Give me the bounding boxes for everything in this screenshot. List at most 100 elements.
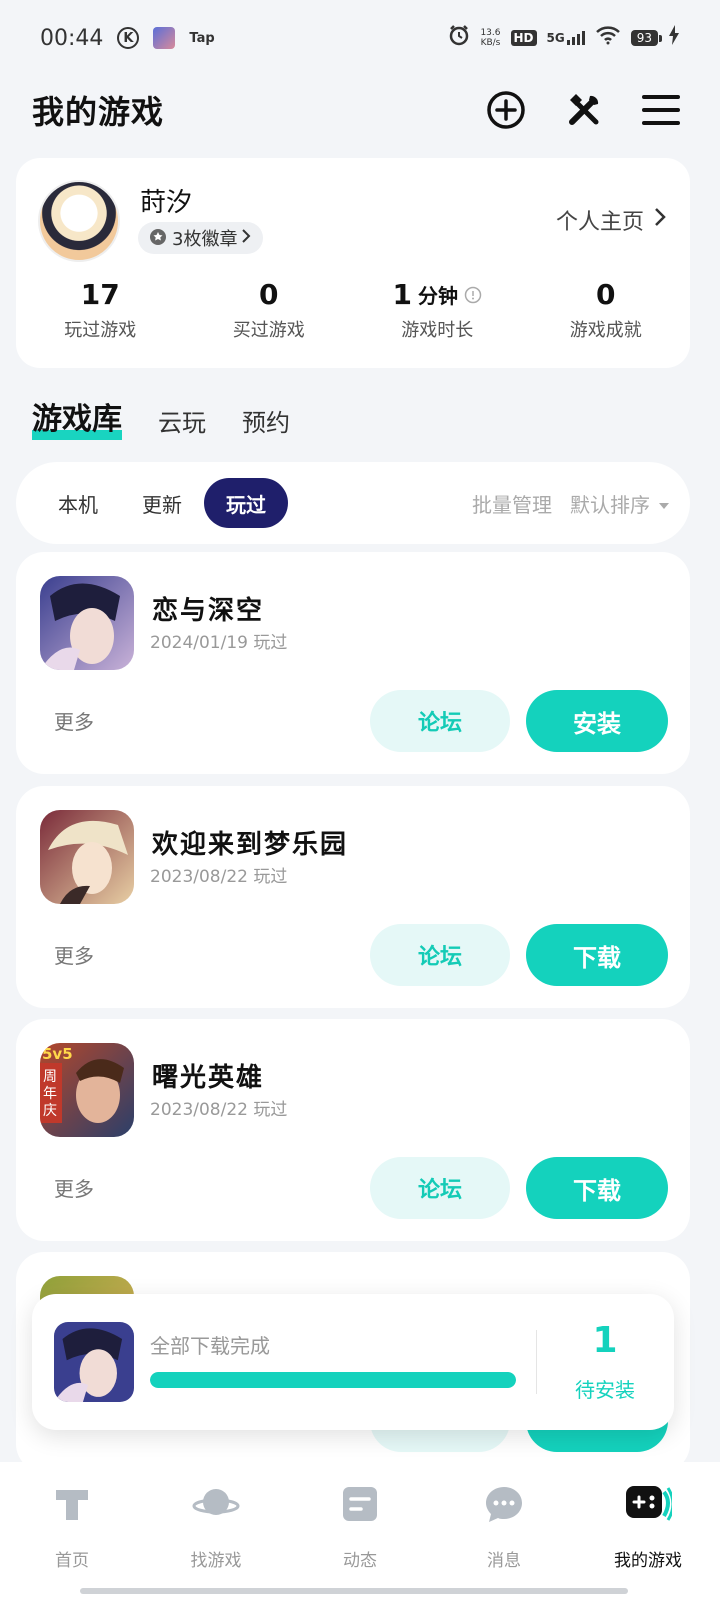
tap-home-icon (48, 1480, 96, 1528)
stat-value: 1 (392, 277, 412, 311)
game-name: 欢迎来到梦乐园 (152, 830, 349, 860)
divider (536, 1330, 537, 1394)
pending-install-label[interactable]: 待安装 (552, 1374, 658, 1403)
top-header: 我的游戏 (32, 80, 680, 140)
game-notification-icon (153, 27, 176, 49)
badge-count: 3枚徽章 (172, 229, 238, 250)
avatar[interactable] (38, 180, 120, 262)
stat-bought-games[interactable]: 0 买过游戏 (185, 276, 354, 342)
tab-reservations[interactable]: 预约 (242, 403, 290, 442)
game-last-played: 2023/08/22 玩过 (150, 867, 288, 887)
chat-bubble-icon (480, 1480, 528, 1528)
stat-value: 0 (259, 277, 279, 311)
pending-install-count[interactable]: 1 (552, 1320, 658, 1361)
download-button[interactable]: 下载 (526, 1157, 668, 1219)
signal-icon: 5G (547, 31, 585, 45)
nav-label: 首页 (55, 1551, 89, 1571)
chevron-right-icon (241, 228, 251, 249)
download-progress-fill (150, 1372, 516, 1388)
nav-label: 我的游戏 (614, 1551, 682, 1571)
game-name: 曙光英雄 (152, 1063, 265, 1093)
caret-down-icon (658, 491, 670, 515)
stat-label: 买过游戏 (232, 320, 305, 341)
install-button[interactable]: 安装 (526, 690, 668, 752)
badge-button[interactable]: 3枚徽章 (138, 222, 264, 254)
tap-notification-icon: Tap (189, 30, 215, 46)
nav-label: 找游戏 (190, 1551, 242, 1571)
game-card[interactable]: 恋与深空 2024/01/19 玩过 更多 论坛 安装 (16, 552, 690, 774)
homepage-label: 个人主页 (555, 210, 644, 235)
game-icon-tag-side: 周年庆 (43, 1069, 57, 1119)
forum-button[interactable]: 论坛 (370, 690, 510, 752)
medal-icon (148, 226, 168, 251)
more-button[interactable]: 更多 (54, 940, 94, 969)
chevron-right-icon (654, 207, 666, 233)
bottom-nav: 首页 找游戏 动态 消息 我的游戏 (0, 1462, 720, 1600)
filter-bar: 本机 更新 玩过 批量管理 默认排序 (16, 462, 690, 544)
homepage-link[interactable]: 个人主页 (556, 204, 666, 236)
game-icon[interactable] (40, 810, 134, 904)
nav-find-games[interactable]: 找游戏 (144, 1462, 288, 1600)
more-button[interactable]: 更多 (54, 706, 94, 735)
sort-label: 默认排序 (570, 492, 650, 517)
game-icon-tag-top: 5v5 (42, 1045, 73, 1063)
more-button[interactable]: 更多 (54, 1173, 94, 1202)
page-title: 我的游戏 (32, 93, 165, 131)
nav-label: 动态 (343, 1551, 377, 1571)
feed-icon (336, 1480, 384, 1528)
library-tabs: 游戏库 云玩 预约 (32, 394, 290, 442)
download-status-toast[interactable]: 全部下载完成 1 待安装 (32, 1294, 674, 1430)
batch-manage-button[interactable]: 批量管理 (472, 489, 552, 518)
chip-played[interactable]: 玩过 (204, 478, 288, 528)
game-last-played: 2024/01/19 玩过 (150, 633, 288, 653)
status-time: 00:44 (40, 25, 104, 51)
chip-updates[interactable]: 更新 (120, 478, 204, 528)
username: 莳汐 (140, 188, 193, 218)
game-icon[interactable]: 5v5 周年庆 (40, 1043, 134, 1137)
menu-icon[interactable] (642, 93, 680, 127)
tab-game-library[interactable]: 游戏库 (32, 394, 122, 442)
forum-button[interactable]: 论坛 (370, 1157, 510, 1219)
add-circle-icon[interactable] (486, 90, 526, 130)
sort-dropdown[interactable]: 默认排序 (570, 489, 670, 518)
hd-icon: HD (510, 30, 537, 46)
game-last-played: 2023/08/22 玩过 (150, 1100, 288, 1120)
battery-icon: 93 (630, 30, 663, 46)
download-status-text: 全部下载完成 (150, 1334, 270, 1358)
alarm-icon (448, 24, 470, 52)
tab-cloud-play[interactable]: 云玩 (158, 403, 206, 442)
stat-label: 玩过游戏 (64, 320, 137, 341)
game-card[interactable]: 欢迎来到梦乐园 2023/08/22 玩过 更多 论坛 下载 (16, 786, 690, 1008)
nav-feed[interactable]: 动态 (288, 1462, 432, 1600)
k-app-icon: K (117, 27, 140, 49)
stat-label: 游戏时长 (401, 320, 474, 341)
gamepad-icon (624, 1480, 672, 1528)
planet-icon (192, 1480, 240, 1528)
stat-play-time[interactable]: 1 分钟 游戏时长 (353, 276, 522, 342)
charging-icon (668, 25, 680, 51)
game-card[interactable]: 5v5 周年庆 曙光英雄 2023/08/22 玩过 更多 论坛 下载 (16, 1019, 690, 1241)
forum-button[interactable]: 论坛 (370, 924, 510, 986)
wifi-icon (595, 25, 621, 51)
nav-my-games[interactable]: 我的游戏 (576, 1462, 720, 1600)
nav-home[interactable]: 首页 (0, 1462, 144, 1600)
tools-icon[interactable] (564, 90, 604, 130)
game-icon (54, 1322, 134, 1402)
nav-messages[interactable]: 消息 (432, 1462, 576, 1600)
chip-local[interactable]: 本机 (36, 478, 120, 528)
stat-value: 0 (596, 277, 616, 311)
download-button[interactable]: 下载 (526, 924, 668, 986)
stat-label: 游戏成就 (569, 320, 642, 341)
download-progress-bar (150, 1372, 516, 1388)
status-bar: 00:44 K Tap 13.6 KB/s HD 5G 93 (0, 0, 720, 76)
info-icon[interactable] (464, 278, 482, 311)
stat-achievements[interactable]: 0 游戏成就 (522, 276, 691, 342)
game-icon[interactable] (40, 576, 134, 670)
stat-unit: 分钟 (417, 283, 458, 308)
home-indicator (80, 1588, 628, 1594)
game-name: 恋与深空 (152, 596, 265, 626)
stat-played-games[interactable]: 17 玩过游戏 (16, 276, 185, 342)
nav-label: 消息 (487, 1551, 521, 1571)
profile-stats: 17 玩过游戏 0 买过游戏 1 分钟 游戏时长 0 游戏成就 (16, 276, 690, 342)
net-speed: 13.6 KB/s (480, 28, 501, 48)
